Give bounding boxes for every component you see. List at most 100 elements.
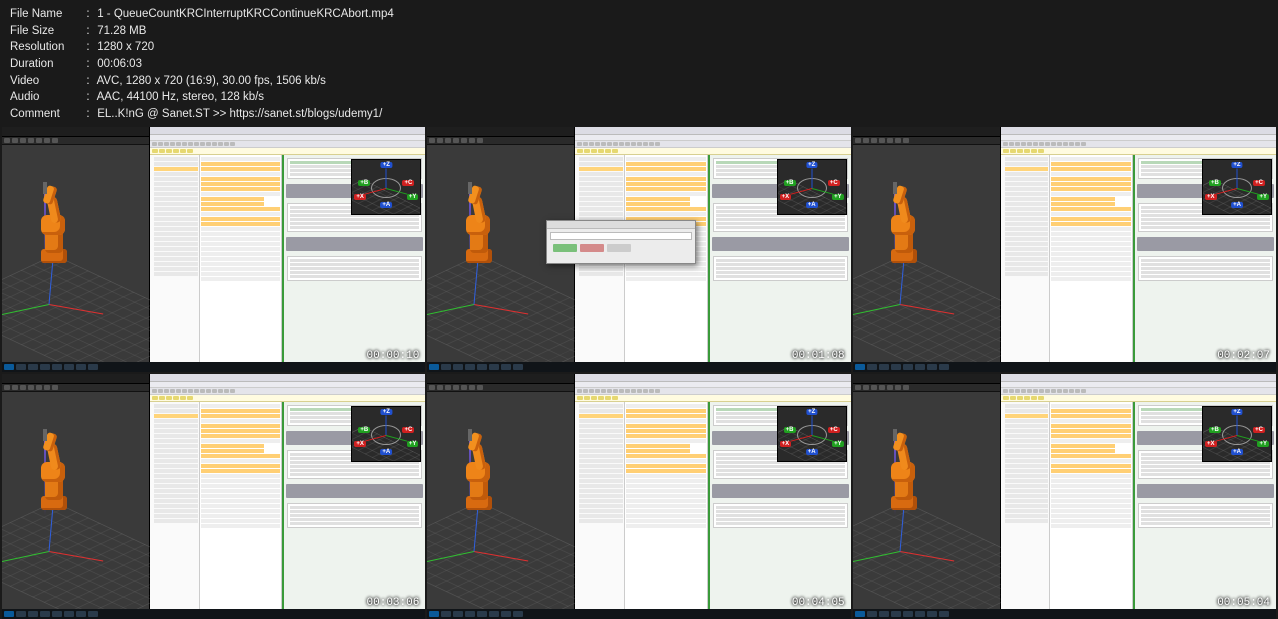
robot-arm-icon xyxy=(873,186,933,271)
start-button-icon[interactable] xyxy=(855,364,865,370)
video-thumbnail[interactable]: +Z +B +C +X +Y +A xyxy=(427,127,850,372)
axis-a-icon: +A xyxy=(806,202,818,208)
axis-b-icon: +B xyxy=(1209,180,1221,186)
robot-arm-icon xyxy=(873,433,933,518)
ide-toolbar xyxy=(1001,141,1276,148)
ide-titlebar xyxy=(150,127,425,135)
axis-c-icon: +C xyxy=(828,427,840,433)
viewport-pane xyxy=(427,374,575,619)
project-tree[interactable] xyxy=(1001,402,1051,611)
modal-dialog[interactable] xyxy=(546,220,696,264)
video-thumbnail[interactable]: +Z +B +C +X +Y +A 00:05:04 xyxy=(853,374,1276,619)
code-editor[interactable]: +Z +B +C +X +Y +A xyxy=(282,402,425,611)
cancel-button[interactable] xyxy=(580,244,604,252)
ide-secondary-toolbar xyxy=(1001,395,1276,402)
robot-arm-icon xyxy=(448,433,508,518)
ide-pane: +Z +B +C +X +Y +A xyxy=(1001,374,1276,619)
code-editor[interactable]: +Z +B +C +X +Y +A xyxy=(708,402,851,611)
ide-secondary-toolbar xyxy=(1001,148,1276,155)
video-thumbnail[interactable]: +Z +B +C +X +Y +A 00:02:07 xyxy=(853,127,1276,372)
axis-z-icon: +Z xyxy=(806,162,817,168)
start-button-icon[interactable] xyxy=(855,611,865,617)
project-tree[interactable] xyxy=(150,402,200,611)
variable-table[interactable] xyxy=(200,155,283,364)
code-editor[interactable]: +Z +B +C +X +Y +A xyxy=(708,155,851,364)
ide-titlebar xyxy=(150,374,425,382)
windows-taskbar xyxy=(427,362,850,372)
ide-toolbar xyxy=(1001,388,1276,395)
axis-b-icon: +B xyxy=(358,427,370,433)
axis-c-icon: +C xyxy=(1253,180,1265,186)
axis-gizmo-overlay: +Z +B +C +X +Y +A xyxy=(777,406,847,462)
viewport-canvas[interactable] xyxy=(2,392,149,619)
windows-taskbar xyxy=(427,609,850,619)
robot-arm-icon xyxy=(23,433,83,518)
project-tree[interactable] xyxy=(1001,155,1051,364)
axis-gizmo-overlay: +Z +B +C +X +Y +A xyxy=(1202,159,1272,215)
extra-button[interactable] xyxy=(607,244,631,252)
viewport-toolbar xyxy=(2,137,149,145)
timestamp-overlay: 00:05:04 xyxy=(1217,597,1270,609)
axis-gizmo-overlay: +Z +B +C +X +Y +A xyxy=(351,159,421,215)
axis-x-icon: +X xyxy=(780,194,792,200)
axis-c-icon: +C xyxy=(1253,427,1265,433)
axis-gizmo-overlay: +Z +B +C +X +Y +A xyxy=(777,159,847,215)
viewport-pane xyxy=(853,127,1001,372)
video-thumbnail[interactable]: +Z +B +C +X +Y +A 00:03:06 xyxy=(2,374,425,619)
axis-z-icon: +Z xyxy=(1231,162,1242,168)
label-duration: Duration xyxy=(10,56,82,73)
viewport-pane xyxy=(853,374,1001,619)
video-thumbnail[interactable]: +Z +B +C +X +Y +A 00:00:10 xyxy=(2,127,425,372)
axis-c-icon: +C xyxy=(828,180,840,186)
start-button-icon[interactable] xyxy=(4,611,14,617)
ide-pane: +Z +B +C +X +Y +A xyxy=(150,374,425,619)
axis-a-icon: +A xyxy=(380,449,392,455)
axis-x-icon: +X xyxy=(354,194,366,200)
viewport-toolbar xyxy=(427,137,574,145)
project-tree[interactable] xyxy=(575,402,625,611)
viewport-titlebar xyxy=(2,374,149,384)
video-thumbnail[interactable]: +Z +B +C +X +Y +A 00:04:05 xyxy=(427,374,850,619)
axis-gizmo-overlay: +Z +B +C +X +Y +A xyxy=(351,406,421,462)
ide-toolbar xyxy=(575,388,850,395)
ide-secondary-toolbar xyxy=(150,148,425,155)
code-editor[interactable]: +Z +B +C +X +Y +A xyxy=(1133,402,1276,611)
axis-b-icon: +B xyxy=(784,180,796,186)
axis-c-icon: +C xyxy=(402,180,414,186)
windows-taskbar xyxy=(853,609,1276,619)
ide-pane: +Z +B +C +X +Y +A xyxy=(150,127,425,372)
viewport-canvas[interactable] xyxy=(853,392,1000,619)
viewport-canvas[interactable] xyxy=(2,145,149,372)
viewport-titlebar xyxy=(427,374,574,384)
project-tree[interactable] xyxy=(150,155,200,364)
viewport-canvas[interactable] xyxy=(853,145,1000,372)
code-tooltip xyxy=(1137,237,1274,251)
variable-table[interactable] xyxy=(1050,402,1133,611)
code-editor[interactable]: +Z +B +C +X +Y +A xyxy=(1133,155,1276,364)
variable-table[interactable] xyxy=(200,402,283,611)
viewport-canvas[interactable] xyxy=(427,392,574,619)
axis-b-icon: +B xyxy=(784,427,796,433)
axis-z-icon: +Z xyxy=(381,162,392,168)
axis-x-icon: +X xyxy=(1205,441,1217,447)
ide-toolbar xyxy=(150,141,425,148)
variable-table[interactable] xyxy=(625,402,708,611)
label-comment: Comment xyxy=(10,106,82,123)
start-button-icon[interactable] xyxy=(429,364,439,370)
code-editor[interactable]: +Z +B +C +X +Y +A xyxy=(282,155,425,364)
ide-secondary-toolbar xyxy=(150,395,425,402)
thumbnail-grid: +Z +B +C +X +Y +A 00:00:10 xyxy=(0,127,1278,619)
axis-z-icon: +Z xyxy=(381,409,392,415)
ok-button[interactable] xyxy=(553,244,577,252)
timestamp-overlay: 00:02:07 xyxy=(1217,350,1270,362)
variable-table[interactable] xyxy=(1050,155,1133,364)
start-button-icon[interactable] xyxy=(4,364,14,370)
label-resolution: Resolution xyxy=(10,39,82,56)
ide-secondary-toolbar xyxy=(575,395,850,402)
viewport-titlebar xyxy=(853,374,1000,384)
windows-taskbar xyxy=(853,362,1276,372)
value-comment: EL..K!nG @ Sanet.ST >> https://sanet.st/… xyxy=(97,108,382,120)
dialog-input[interactable] xyxy=(550,232,692,240)
viewport-toolbar xyxy=(853,384,1000,392)
start-button-icon[interactable] xyxy=(429,611,439,617)
